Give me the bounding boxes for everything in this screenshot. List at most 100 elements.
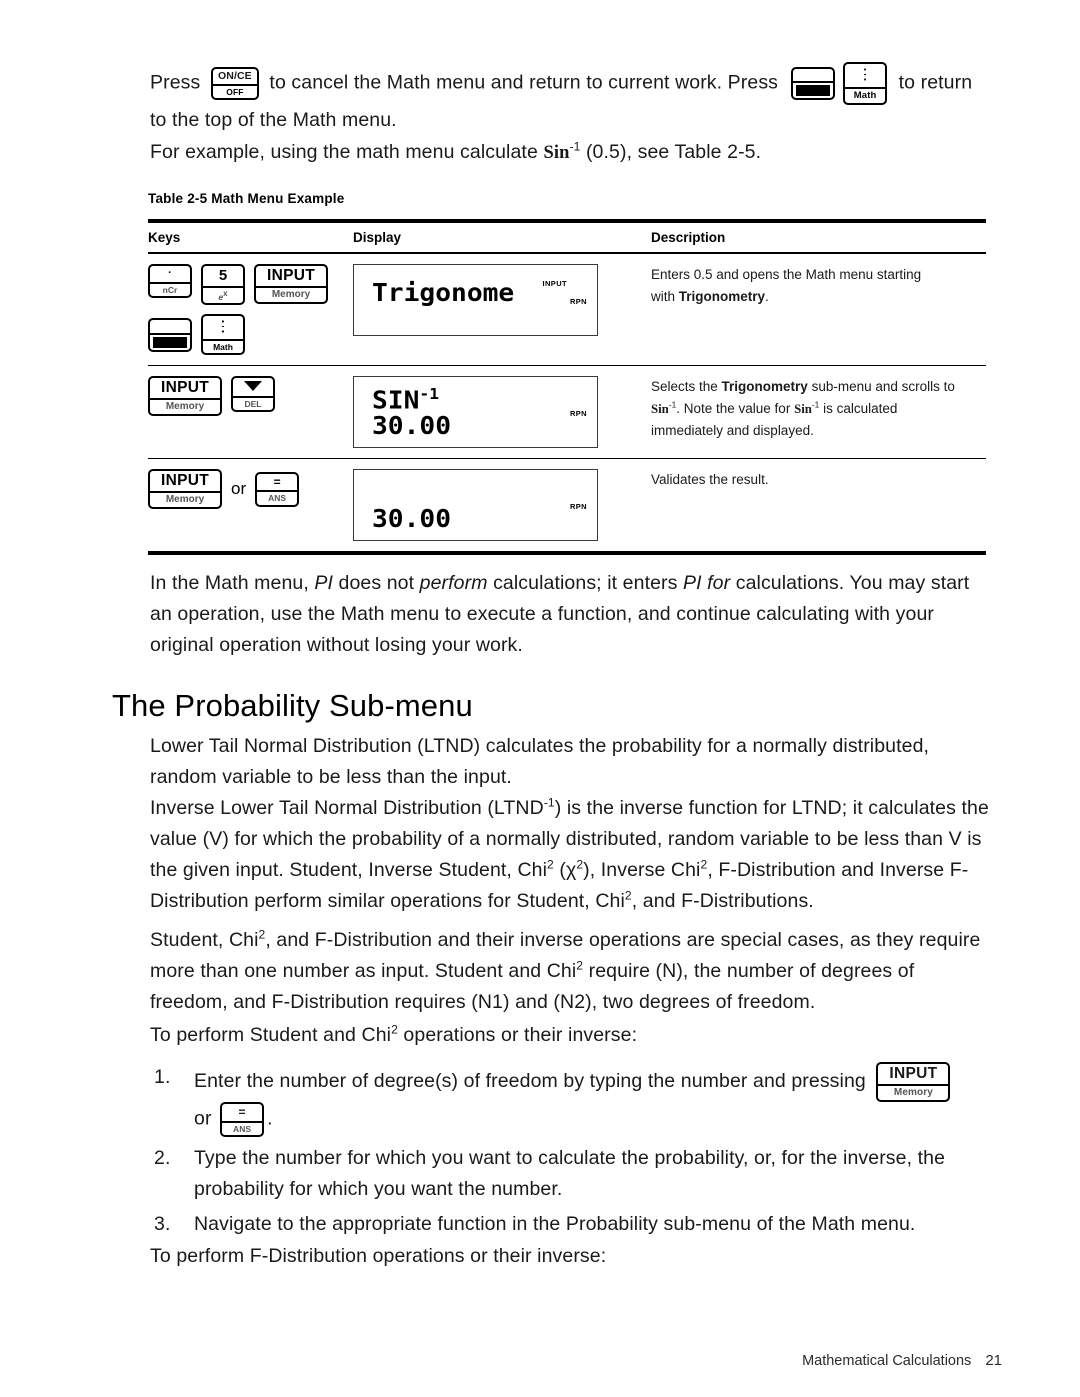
para-b: does not	[333, 572, 420, 594]
math-menu-example-table: Keys Display Description · nCr 5 ex INPU…	[148, 219, 986, 556]
row2-display-cell: SIN-1 30.00 RPN	[353, 365, 651, 460]
on-ce-label: ON/CE	[212, 69, 257, 86]
or-separator: or	[231, 479, 247, 499]
row2-key-group: INPUT Memory DEL	[148, 376, 353, 417]
section-paragraph-5: To perform F-Distribution operations or …	[150, 1245, 607, 1267]
row1-keys-cell: · nCr 5 ex INPUT Memory • • Math	[148, 253, 353, 367]
e-to-x-label: ex	[218, 288, 228, 302]
row2-desc-calculated: is calculated	[819, 401, 898, 417]
row2-desc-line2: Sin-1. Note the value for Sin-1 is calcu…	[651, 398, 986, 420]
steps-list: 1. Enter the number of degree(s) of free…	[150, 1062, 990, 1242]
p2-sup5: 2	[624, 888, 632, 903]
row3-keys-cell: INPUT Memory or = ANS	[148, 458, 353, 556]
footer-page-number: 21	[985, 1352, 1002, 1369]
p4-a: To perform Student and Chi	[150, 1024, 392, 1046]
row3-key-group: INPUT Memory or = ANS	[148, 469, 353, 510]
step-1-or: or	[194, 1107, 212, 1130]
shift-key[interactable]	[790, 66, 835, 100]
column-header-description: Description	[651, 219, 986, 254]
list-item: 2. Type the number for which you want to…	[150, 1143, 990, 1205]
press-label: Press	[150, 71, 201, 94]
divide-math-key[interactable]: • • Math	[843, 62, 888, 105]
equals-label: =	[257, 474, 298, 493]
page-title: The Probability Sub-menu	[112, 688, 473, 723]
ans-label: ANS	[268, 493, 287, 504]
five-ex-key[interactable]: 5 ex	[201, 264, 245, 305]
p4-sup: 2	[391, 1022, 398, 1037]
row2-sin-symbol: Sin	[651, 402, 669, 417]
example-paragraph: For example, using the math menu calcula…	[150, 137, 988, 168]
input-memory-key[interactable]: INPUT Memory	[148, 376, 222, 417]
table-caption: Table 2-5 Math Menu Example	[148, 191, 345, 206]
p3-a: Student, Chi	[150, 929, 259, 951]
para-pi-1: PI	[314, 572, 334, 594]
row3-desc-line1: Validates the result.	[651, 472, 769, 488]
del-label: DEL	[244, 398, 262, 409]
row2-desc-selects: Selects the	[651, 379, 722, 395]
lcd-annunciator-rpn: RPN	[569, 409, 587, 419]
shift-key[interactable]	[148, 317, 192, 352]
off-label: OFF	[226, 86, 244, 97]
sin-exponent: -1	[569, 139, 581, 154]
table-row: INPUT Memory or = ANS 30.00 RPN Validate…	[148, 458, 986, 556]
input-label: INPUT	[256, 266, 326, 288]
p4-b: operations or their inverse:	[397, 1024, 638, 1046]
equals-ans-key[interactable]: = ANS	[255, 471, 300, 507]
math-menu-paragraph: In the Math menu, PI does not perform ca…	[150, 568, 990, 661]
p2-c: (χ	[553, 859, 577, 881]
math-label: Math	[213, 341, 233, 352]
on-ce-off-key[interactable]: ON/CE OFF	[210, 66, 259, 101]
down-arrow-del-key[interactable]: DEL	[231, 376, 275, 413]
calculator-lcd-display: Trigonome INPUT RPN	[353, 264, 598, 336]
divide-math-key[interactable]: • • Math	[201, 313, 245, 356]
row2-desc-trigonometry: Trigonometry	[721, 379, 808, 395]
section-paragraph-1: Lower Tail Normal Distribution (LTND) ca…	[150, 735, 930, 788]
table-header-row: Keys Display Description	[148, 219, 986, 254]
lcd-text-line2: 30.00	[372, 504, 452, 534]
ncr-label: nCr	[162, 284, 178, 295]
row2-desc-note: . Note the value for	[676, 401, 795, 417]
shift-blank-top	[150, 320, 190, 335]
intro-line1a: to cancel the Math menu and return to cu…	[269, 71, 779, 94]
memory-label: Memory	[271, 289, 311, 300]
calculator-lcd-display: 30.00 RPN	[353, 469, 598, 542]
equals-label: =	[222, 1104, 263, 1123]
list-item: 3. Navigate to the appropriate function …	[150, 1209, 990, 1240]
p2-a: Inverse Lower Tail Normal Distribution (…	[150, 797, 544, 819]
row2-description-cell: Selects the Trigonometry sub-menu and sc…	[651, 365, 986, 460]
table-row: INPUT Memory DEL SIN-1 30.00 RPN Selects…	[148, 365, 986, 460]
input-memory-key[interactable]: INPUT Memory	[254, 264, 328, 304]
decimal-ncr-key[interactable]: · nCr	[148, 264, 192, 298]
equals-ans-key[interactable]: = ANS	[220, 1102, 265, 1137]
row2-sin-symbol-2: Sin	[794, 402, 812, 417]
step-1-end: .	[267, 1107, 273, 1130]
input-memory-key[interactable]: INPUT Memory	[148, 469, 222, 510]
row3-display-cell: 30.00 RPN	[353, 458, 651, 556]
section-paragraph-2: Inverse Lower Tail Normal Distribution (…	[150, 793, 990, 917]
memory-label: Memory	[165, 494, 205, 506]
section-paragraph-3: Student, Chi2, and F-Distribution and th…	[150, 925, 990, 1018]
row2-desc-line1: Selects the Trigonometry sub-menu and sc…	[651, 376, 986, 398]
column-header-keys: Keys	[148, 219, 353, 254]
input-label: INPUT	[878, 1064, 949, 1086]
section-paragraph-4: To perform Student and Chi2 operations o…	[150, 1020, 990, 1051]
math-label: Math	[853, 90, 877, 102]
para-c: calculations; it enters	[487, 572, 683, 594]
step-number: 2.	[154, 1147, 171, 1169]
input-label: INPUT	[150, 378, 220, 401]
row1-desc-with: with	[651, 289, 679, 304]
decimal-point-label: ·	[150, 266, 190, 284]
row1-key-group-bottom: • • Math	[148, 313, 353, 356]
row1-desc-period: .	[765, 289, 769, 304]
para-pi-2: PI for	[683, 572, 731, 594]
shift-blank-top	[792, 69, 833, 83]
chevron-down-icon	[233, 378, 273, 398]
input-memory-key[interactable]: INPUT Memory	[876, 1062, 951, 1102]
example-tail: (0.5), see Table 2-5.	[585, 141, 762, 163]
intro-paragraph: Press ON/CE OFF to cancel the Math menu …	[150, 62, 988, 136]
column-header-display: Display	[353, 219, 651, 254]
memory-label: Memory	[165, 401, 205, 413]
lcd-text-line2: 30.00	[372, 411, 452, 441]
sin-symbol: Sin	[543, 142, 570, 163]
shift-black-bar	[795, 84, 830, 96]
